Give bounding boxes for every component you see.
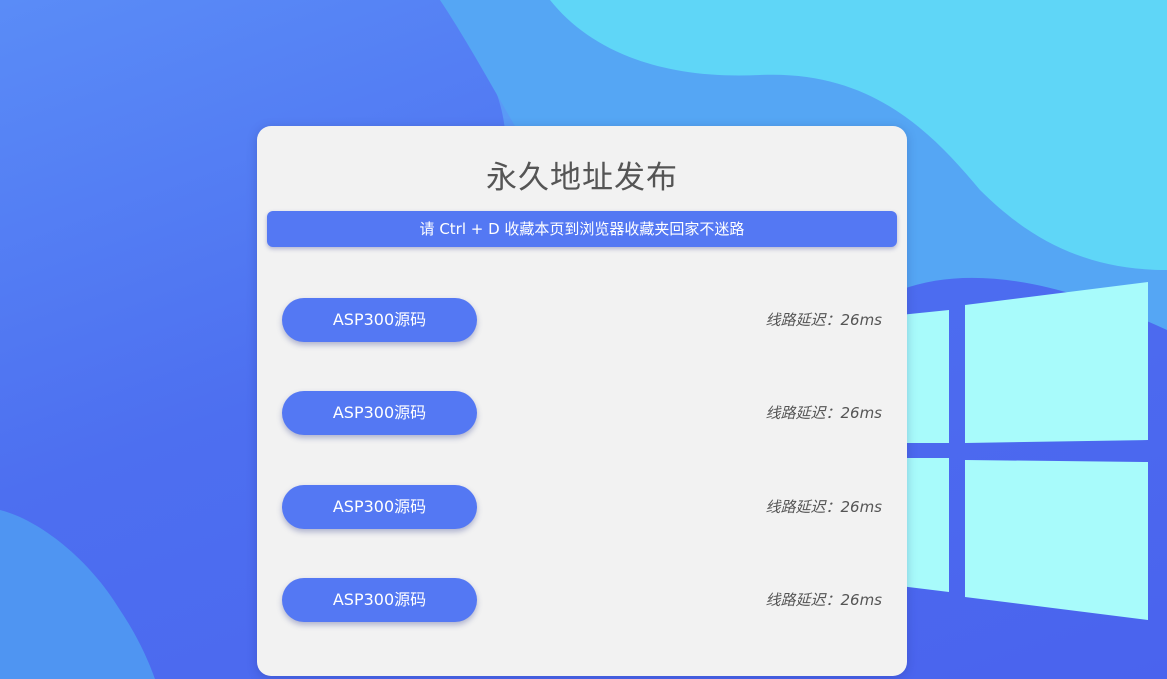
latency-label: 线路延迟： bbox=[765, 311, 841, 329]
link-row: ASP300源码 线路延迟：26ms bbox=[282, 391, 882, 435]
link-row: ASP300源码 线路延迟：26ms bbox=[282, 578, 882, 622]
latency-value: 26ms bbox=[840, 404, 882, 422]
site-link-button[interactable]: ASP300源码 bbox=[282, 391, 477, 435]
site-link-button[interactable]: ASP300源码 bbox=[282, 298, 477, 342]
page-background: 永久地址发布 请 Ctrl + D 收藏本页到浏览器收藏夹回家不迷路 ASP30… bbox=[0, 0, 1167, 679]
link-row: ASP300源码 线路延迟：26ms bbox=[282, 298, 882, 342]
bg-wave-bottom bbox=[0, 510, 155, 679]
latency-label: 线路延迟： bbox=[765, 404, 841, 422]
windows-logo-icon bbox=[900, 282, 1148, 620]
latency-value: 26ms bbox=[840, 311, 882, 329]
link-row: ASP300源码 线路延迟：26ms bbox=[282, 485, 882, 529]
latency-value: 26ms bbox=[840, 591, 882, 609]
latency-info: 线路延迟：26ms bbox=[765, 485, 882, 529]
bookmark-notice: 请 Ctrl + D 收藏本页到浏览器收藏夹回家不迷路 bbox=[267, 211, 897, 247]
latency-info: 线路延迟：26ms bbox=[765, 298, 882, 342]
latency-info: 线路延迟：26ms bbox=[765, 578, 882, 622]
latency-value: 26ms bbox=[840, 498, 882, 516]
site-link-button[interactable]: ASP300源码 bbox=[282, 485, 477, 529]
address-card: 永久地址发布 请 Ctrl + D 收藏本页到浏览器收藏夹回家不迷路 ASP30… bbox=[257, 126, 907, 676]
latency-info: 线路延迟：26ms bbox=[765, 391, 882, 435]
page-title: 永久地址发布 bbox=[486, 160, 678, 196]
latency-label: 线路延迟： bbox=[765, 591, 841, 609]
latency-label: 线路延迟： bbox=[765, 498, 841, 516]
site-link-button[interactable]: ASP300源码 bbox=[282, 578, 477, 622]
